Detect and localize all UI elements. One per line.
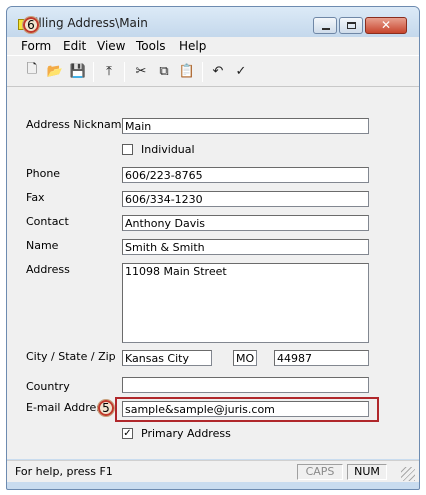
state-field[interactable]: MO	[233, 350, 257, 366]
email-label: E-mail Address	[26, 401, 108, 414]
phone-label: Phone	[26, 167, 61, 180]
menu-edit[interactable]: Edit	[63, 39, 86, 53]
maximize-button[interactable]	[339, 17, 363, 34]
callout-badge-6: 6	[22, 16, 40, 34]
title-bar[interactable]: illing Address\Main ✕	[7, 7, 419, 37]
maximize-icon	[347, 22, 356, 29]
menu-help[interactable]: Help	[179, 39, 206, 53]
toolbar-separator	[202, 62, 203, 82]
close-button[interactable]: ✕	[365, 17, 407, 34]
num-indicator: NUM	[347, 464, 387, 480]
address-field[interactable]: 11098 Main Street	[122, 263, 369, 343]
paste-icon[interactable]: 📋	[178, 62, 196, 80]
callout-badge-5: 5	[97, 399, 115, 417]
contact-field[interactable]: Anthony Davis	[122, 215, 369, 231]
individual-label: Individual	[141, 143, 195, 156]
nickname-field[interactable]: Main	[122, 118, 369, 134]
fax-field[interactable]: 606/334-1230	[122, 191, 369, 207]
city-field[interactable]: Kansas City	[122, 350, 212, 366]
menu-form[interactable]: Form	[21, 39, 51, 53]
individual-checkbox[interactable]	[122, 144, 133, 155]
email-field[interactable]: sample&sample@juris.com	[122, 401, 369, 417]
name-field[interactable]: Smith & Smith	[122, 239, 369, 255]
country-field[interactable]	[122, 377, 369, 393]
primary-address-label: Primary Address	[141, 427, 231, 440]
menu-bar: Form Edit View Tools Help	[7, 37, 419, 55]
spellcheck-icon[interactable]: ✓	[232, 62, 250, 80]
cut-icon[interactable]: ✂	[132, 62, 150, 80]
toolbar-separator	[93, 62, 94, 82]
caps-indicator: CAPS	[297, 464, 343, 480]
minimize-icon	[322, 28, 330, 30]
up-folder-icon[interactable]: ⤒	[100, 62, 118, 80]
save-icon[interactable]: 💾	[69, 62, 87, 80]
phone-field[interactable]: 606/223-8765	[122, 167, 369, 183]
toolbar-separator	[124, 62, 125, 82]
name-label: Name	[26, 239, 59, 252]
menu-view[interactable]: View	[97, 39, 125, 53]
city-state-zip-label: City / State / Zip	[26, 350, 116, 363]
open-icon[interactable]: 📂	[46, 62, 64, 80]
status-help-text: For help, press F1	[15, 465, 113, 478]
window-title: illing Address\Main	[35, 16, 148, 30]
zip-field[interactable]: 44987	[274, 350, 369, 366]
close-icon: ✕	[380, 18, 392, 32]
status-bar: For help, press F1 CAPS NUM	[7, 460, 419, 482]
undo-icon[interactable]: ↶	[209, 62, 227, 80]
primary-address-checkbox[interactable]: ✓	[122, 428, 133, 439]
minimize-button[interactable]	[313, 17, 337, 34]
contact-label: Contact	[26, 215, 69, 228]
fax-label: Fax	[26, 191, 45, 204]
nickname-label: Address Nickname	[26, 118, 129, 131]
toolbar: 🗋 📂 💾 ⤒ ✂ ⧉ 📋 ↶ ✓	[7, 55, 419, 87]
address-label: Address	[26, 263, 70, 276]
menu-tools[interactable]: Tools	[136, 39, 166, 53]
new-icon[interactable]: 🗋	[23, 62, 41, 80]
resize-grip-icon[interactable]	[401, 467, 415, 481]
country-label: Country	[26, 380, 70, 393]
copy-icon[interactable]: ⧉	[155, 62, 173, 80]
